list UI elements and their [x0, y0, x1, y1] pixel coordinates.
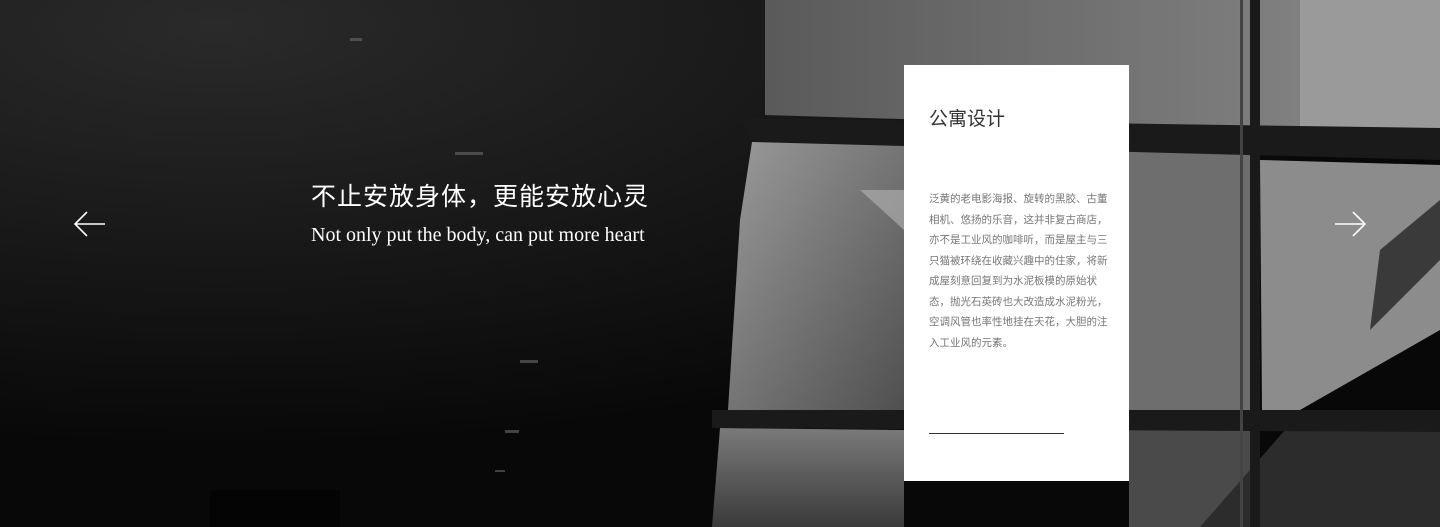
arrow-left-icon [73, 211, 105, 237]
card-description: 泛黄的老电影海报、旋转的黑胶、古董相机、悠扬的乐音，这并非复古商店，亦不是工业风… [929, 193, 1108, 349]
background-image [0, 0, 1440, 527]
arrow-right-icon [1335, 211, 1367, 237]
project-card[interactable]: 公寓设计 泛黄的老电影海报、旋转的黑胶、古董相机、悠扬的乐音，这并非复古商店，亦… [904, 65, 1129, 481]
prev-slide-button[interactable] [73, 209, 107, 239]
hero-banner: 不止安放身体，更能安放心灵 Not only put the body, can… [0, 0, 1440, 527]
hero-slogan: 不止安放身体，更能安放心灵 Not only put the body, can… [311, 180, 649, 250]
slogan-chinese: 不止安放身体，更能安放心灵 [311, 182, 650, 211]
slogan-english: Not only put the body, can put more hear… [311, 224, 645, 246]
card-title: 公寓设计 [929, 108, 1006, 130]
next-slide-button[interactable] [1333, 209, 1367, 239]
card-divider [929, 433, 1064, 434]
